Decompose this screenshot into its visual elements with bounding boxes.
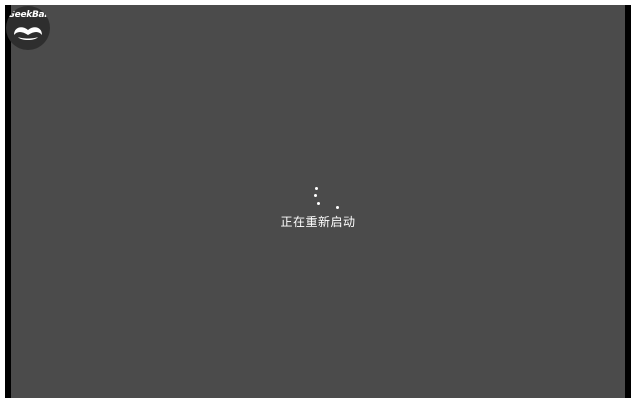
spinner-dot [314, 194, 317, 197]
spinner-dot [336, 206, 339, 209]
spinner-dot [315, 187, 318, 190]
restart-screen: 正在重新启动 [11, 5, 625, 398]
restart-status-text: 正在重新启动 [280, 215, 356, 229]
loading-spinner-icon [306, 185, 339, 213]
spinner-dot [317, 202, 320, 205]
mustache-logo-icon [14, 27, 42, 40]
geekbar-logo: GeekBar [6, 6, 50, 50]
screenshot-frame: 正在重新启动 [5, 5, 631, 398]
logo-wordmark: GeekBar [7, 10, 49, 20]
